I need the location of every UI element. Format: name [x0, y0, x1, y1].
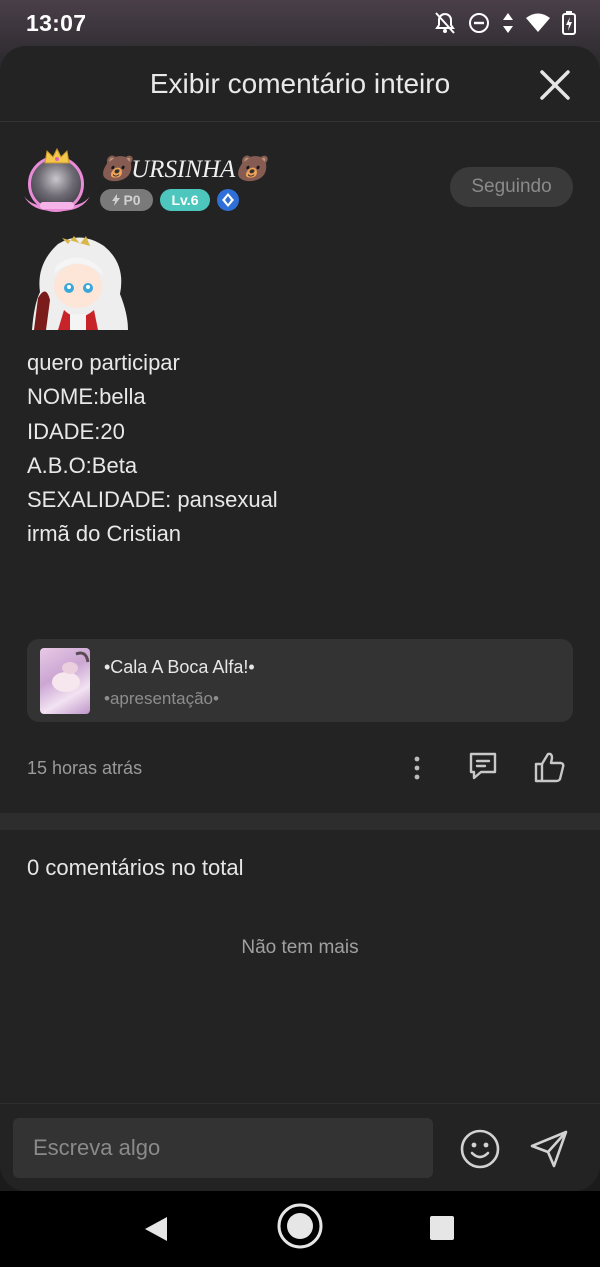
- send-icon: [530, 1130, 568, 1168]
- comment-timestamp: 15 horas atrás: [27, 758, 143, 778]
- reply-comment-icon: [469, 752, 497, 780]
- nav-back-button[interactable]: [143, 1215, 169, 1248]
- comments-total: 0 comentários no total: [27, 855, 244, 880]
- send-button[interactable]: [528, 1128, 570, 1170]
- nav-recents-button[interactable]: [429, 1215, 455, 1246]
- comment-line: A.B.O:Beta: [27, 452, 138, 478]
- like-button[interactable]: [533, 750, 567, 784]
- wifi-icon: [526, 13, 550, 33]
- verified-gem-icon: [217, 189, 239, 211]
- comment-body: quero participar NOME:bella IDADE:20 A.B…: [27, 346, 278, 552]
- status-icons: [434, 11, 576, 35]
- reply-button[interactable]: [467, 750, 499, 782]
- comment-line: IDADE:20: [27, 418, 125, 444]
- close-button[interactable]: [538, 68, 572, 102]
- status-bar: 13:07: [0, 0, 600, 48]
- comment-post: 🐻URSINHA🐻 P0 Lv.6 Seguindo quero partici…: [0, 122, 600, 958]
- anime-sticker-image: [32, 236, 128, 330]
- sheet-header: Exibir comentário inteiro: [0, 46, 600, 122]
- home-circle-icon: [277, 1203, 323, 1249]
- points-badge: P0: [100, 189, 153, 211]
- comment-input[interactable]: [13, 1118, 433, 1178]
- author-name[interactable]: 🐻URSINHA🐻: [100, 155, 266, 184]
- avatar-frame-icon: [24, 196, 90, 212]
- comment-line: irmã do Cristian: [27, 521, 182, 547]
- nav-home-button[interactable]: [276, 1202, 324, 1255]
- referenced-post-card[interactable]: •Cala A Boca Alfa!• •apresentação•: [27, 639, 573, 722]
- comment-sheet: Exibir comentário inteiro 🐻URSINHA🐻 P0 L…: [0, 46, 600, 1191]
- notifications-off-icon: [434, 11, 456, 35]
- points-badge-label: P0: [123, 192, 141, 208]
- author-badges: P0 Lv.6: [100, 189, 239, 211]
- avatar[interactable]: [22, 147, 92, 222]
- composer-bar: [0, 1103, 600, 1191]
- level-badge: Lv.6: [160, 189, 210, 211]
- system-nav-bar: [0, 1191, 600, 1267]
- emoji-button[interactable]: [459, 1128, 501, 1170]
- battery-charging-icon: [562, 11, 576, 35]
- crown-icon: [44, 147, 70, 169]
- thumbs-up-icon: [534, 752, 565, 783]
- section-divider: [0, 813, 600, 830]
- following-button[interactable]: Seguindo: [450, 167, 573, 207]
- recents-square-icon: [430, 1216, 454, 1240]
- referenced-post-category: •apresentação•: [104, 689, 219, 708]
- comment-line: SEXALIDADE: pansexual: [27, 487, 278, 513]
- close-icon: [540, 70, 570, 100]
- referenced-post-title: •Cala A Boca Alfa!•: [104, 657, 255, 677]
- comment-line: NOME:bella: [27, 384, 146, 410]
- no-more-comments: Não tem mais: [241, 937, 359, 958]
- referenced-post-thumbnail: [40, 648, 90, 714]
- do-not-disturb-icon: [468, 12, 490, 34]
- back-triangle-icon: [145, 1217, 167, 1241]
- more-vertical-icon: [414, 756, 420, 780]
- sheet-title: Exibir comentário inteiro: [149, 68, 451, 99]
- status-time: 13:07: [26, 10, 87, 36]
- comment-line: quero participar: [27, 350, 180, 375]
- data-arrows-icon: [502, 12, 514, 34]
- bolt-icon: [112, 194, 121, 206]
- more-options-button[interactable]: [405, 754, 429, 782]
- emoji-icon: [460, 1129, 500, 1169]
